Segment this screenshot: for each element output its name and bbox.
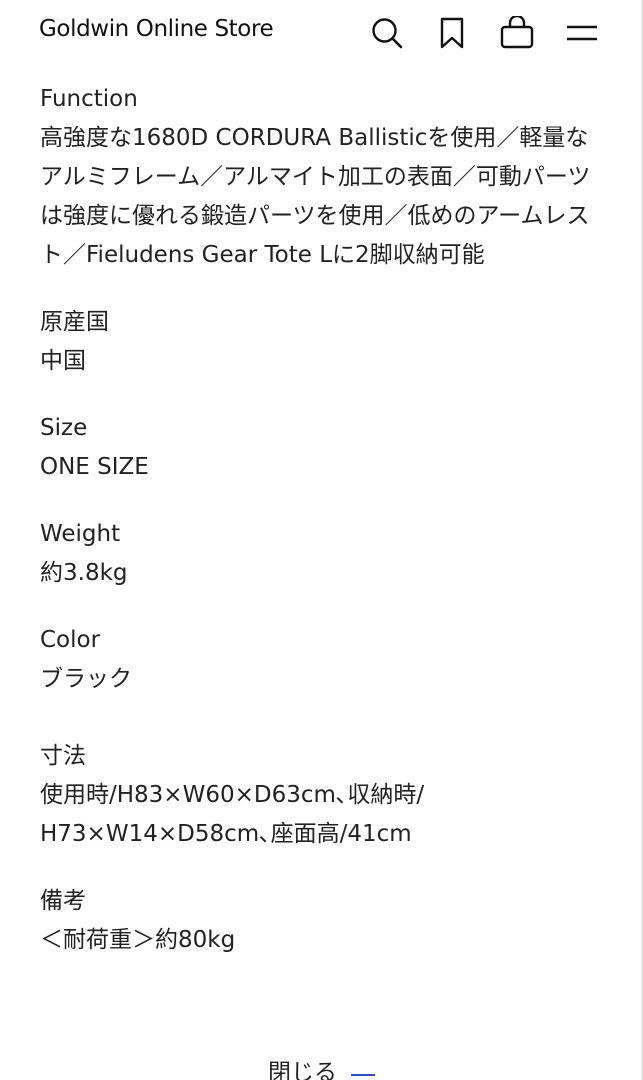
- bookmark-icon: [440, 17, 464, 49]
- spec-value-line: H73×W14×D58cm､座面高/41cm: [40, 821, 412, 847]
- spec-origin: 原産国 中国: [40, 303, 610, 381]
- spec-label: Weight: [40, 521, 121, 547]
- site-header: Goldwin Online Store: [0, 0, 643, 66]
- spec-label: Size: [40, 415, 88, 441]
- spec-weight: Weight 約3.8kg: [40, 515, 610, 593]
- spec-label: 原産国: [40, 309, 109, 335]
- spec-value-line: 使用時/H83×W60×D63cm､収納時/: [40, 782, 425, 808]
- menu-button[interactable]: [562, 13, 602, 53]
- spec-color: Color ブラック: [40, 621, 610, 699]
- close-label: 閉じる: [268, 1060, 337, 1080]
- brand-logo[interactable]: Goldwin Online Store: [39, 16, 274, 42]
- close-button[interactable]: 閉じる: [0, 1058, 643, 1080]
- product-detail-page: Goldwin Online Store Function 高強度な1680D …: [0, 0, 643, 1080]
- spec-value: ブラック: [40, 666, 132, 692]
- spec-value: ONE SIZE: [40, 454, 149, 480]
- bookmark-button[interactable]: [432, 13, 472, 53]
- spec-value: 高強度な1680D CORDURA Ballisticを使用／軽量なアルミフレー…: [40, 125, 591, 268]
- spec-value: 中国: [40, 348, 86, 374]
- spec-value: ＜耐荷重＞約80kg: [40, 927, 236, 953]
- cart-button[interactable]: [497, 13, 537, 53]
- spec-notes: 備考 ＜耐荷重＞約80kg: [40, 882, 610, 960]
- spec-function: Function 高強度な1680D CORDURA Ballisticを使用／…: [40, 80, 610, 275]
- spec-label: Color: [40, 627, 101, 653]
- spec-label: 寸法: [40, 743, 86, 769]
- spec-label: Function: [40, 86, 138, 112]
- minus-icon: [351, 1074, 375, 1076]
- spec-dimensions: 寸法 使用時/H83×W60×D63cm､収納時/ H73×W14×D58cm､…: [40, 737, 610, 854]
- spec-value: 約3.8kg: [40, 560, 128, 586]
- menu-icon: [567, 25, 597, 41]
- search-icon: [372, 18, 403, 49]
- cart-icon: [500, 16, 534, 49]
- spec-list: Function 高強度な1680D CORDURA Ballisticを使用／…: [40, 80, 610, 988]
- search-button[interactable]: [367, 13, 407, 53]
- spec-label: 備考: [40, 888, 86, 914]
- spec-size: Size ONE SIZE: [40, 409, 610, 487]
